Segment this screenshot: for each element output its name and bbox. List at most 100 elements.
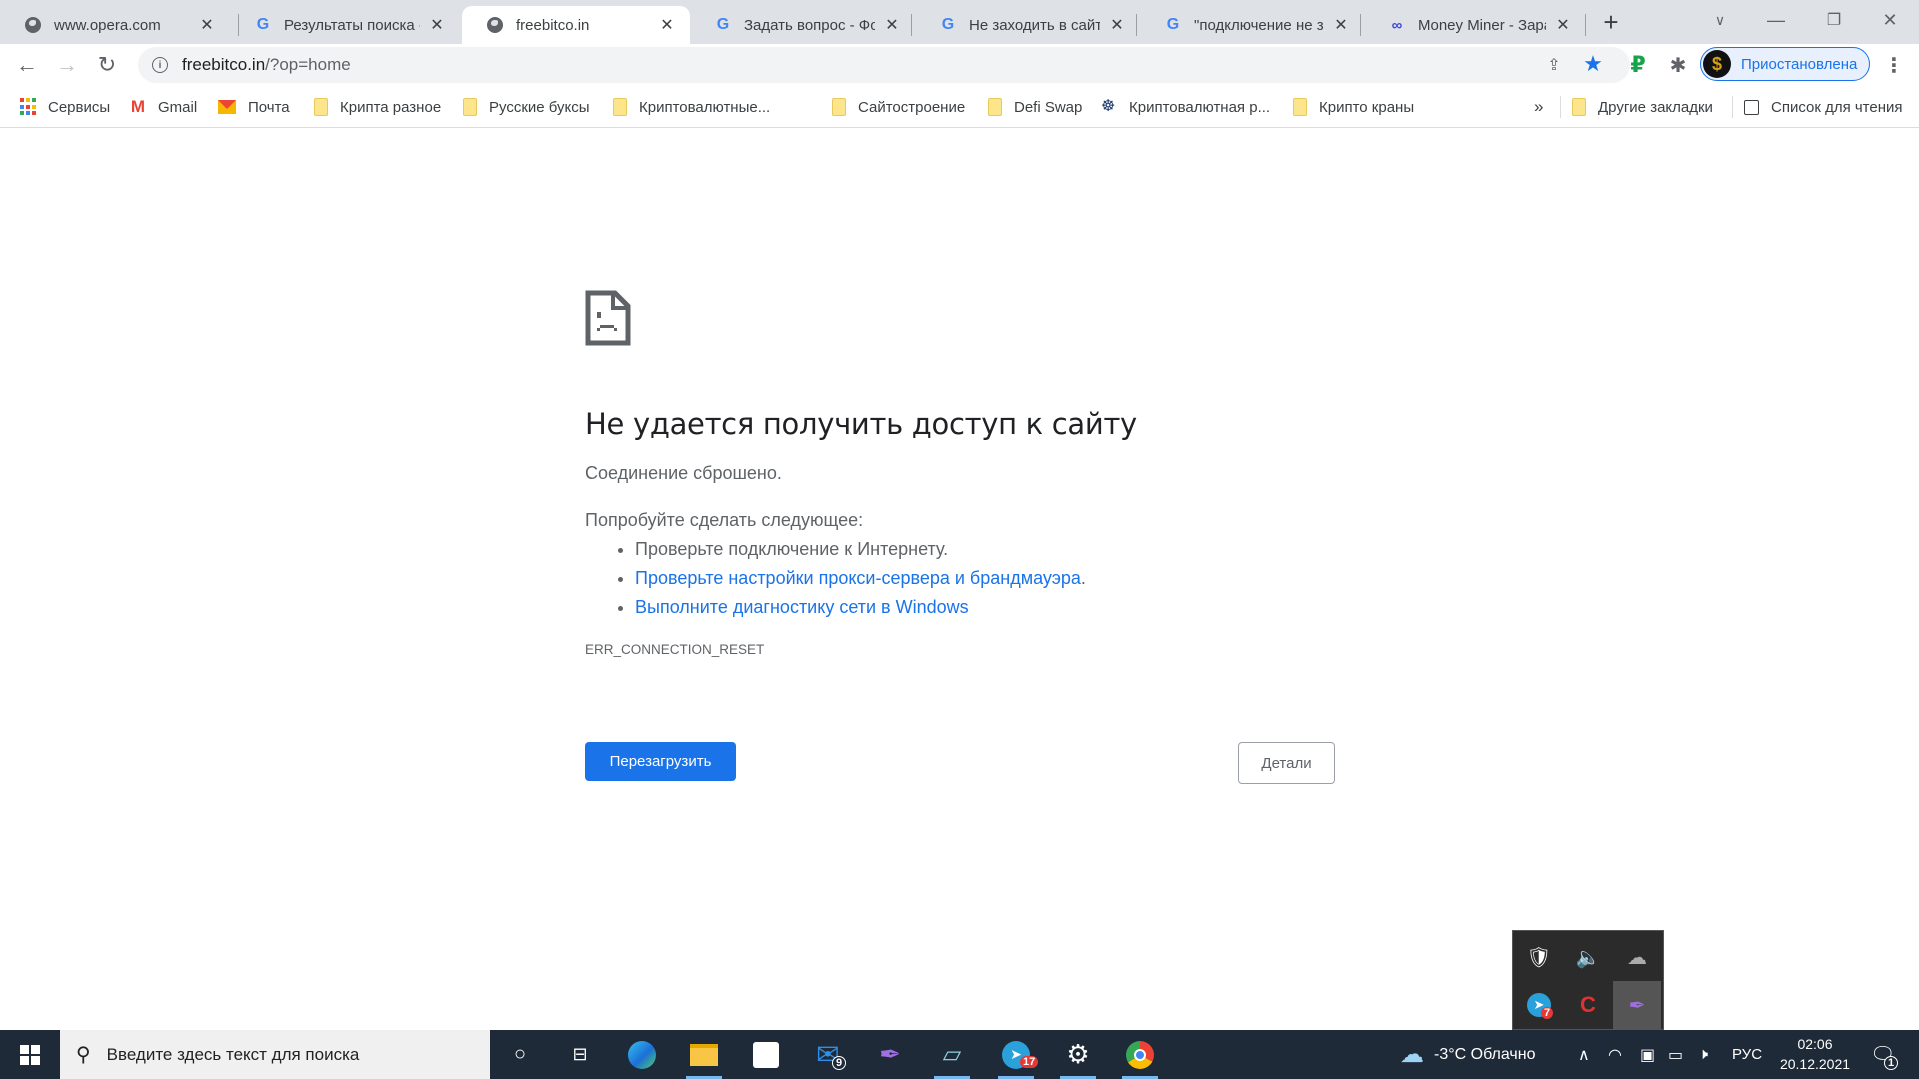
tab-search-chevron-icon[interactable]: ∨ <box>1692 0 1748 40</box>
cloud-icon: ☁ <box>1400 1041 1424 1068</box>
bookmark-label: Сайтостроение <box>858 98 966 116</box>
tab-search-results[interactable]: G Результаты поиска - ✕ <box>230 6 460 44</box>
tray-overflow-chevron-icon[interactable]: ∧ <box>1578 1030 1590 1079</box>
ccleaner-icon[interactable]: C <box>1564 981 1612 1029</box>
suggestion-suffix: . <box>1080 568 1086 588</box>
task-view-icon[interactable]: ⊟ <box>550 1030 610 1079</box>
battery-icon[interactable]: ▭ <box>1668 1030 1683 1079</box>
close-window-button[interactable]: ✕ <box>1862 0 1918 40</box>
tab-title: Money Miner - Зараб <box>1418 16 1546 34</box>
edge-icon[interactable] <box>612 1030 672 1079</box>
profile-button[interactable]: $ Приостановлена <box>1700 47 1870 81</box>
bookmark-other[interactable]: Другие закладки <box>1572 96 1713 118</box>
close-tab-icon[interactable]: ✕ <box>428 16 446 34</box>
tab-title: Задать вопрос - Фору <box>744 16 875 34</box>
bookmark-label: Gmail <box>158 98 198 116</box>
tab-title: "подключение не за <box>1194 16 1324 34</box>
details-button[interactable]: Детали <box>1238 742 1335 784</box>
address-bar[interactable]: i freebitco.in/?op=home ⇪ ★ <box>138 47 1630 83</box>
taskbar-search[interactable]: ⚲ Введите здесь текст для поиска <box>60 1030 490 1079</box>
tab-money-miner[interactable]: ∞ Money Miner - Зараб ✕ <box>1364 6 1586 44</box>
bookmark-folder-crypto-faucets[interactable]: Крипто краны <box>1293 96 1414 118</box>
bookmarks-overflow-button[interactable]: » <box>1534 96 1543 118</box>
bookmark-folder-site-building[interactable]: Сайтостроение <box>832 96 965 118</box>
reading-list-button[interactable]: Список для чтения <box>1744 96 1903 118</box>
network-diagnostics-link[interactable]: Выполните диагностику сети в Windows <box>635 597 969 617</box>
url-text[interactable]: freebitco.in/?op=home <box>182 55 351 75</box>
reload-button[interactable]: ↻ <box>92 50 122 80</box>
money-miner-icon: ∞ <box>1391 16 1403 34</box>
folder-icon <box>988 98 1002 116</box>
telegram-badge: 17 <box>1020 1056 1039 1068</box>
start-button[interactable] <box>0 1030 60 1079</box>
close-tab-icon[interactable]: ✕ <box>1332 16 1350 34</box>
mail-app-icon[interactable]: ✉ 9 <box>798 1030 858 1079</box>
suggestion-check-connection: Проверьте подключение к Интернету. <box>635 539 1335 560</box>
error-code: ERR_CONNECTION_RESET <box>585 642 765 657</box>
bookmark-mail[interactable]: Почта <box>218 96 290 118</box>
gmail-icon: M <box>130 97 146 116</box>
notepad-icon[interactable]: ▱ <box>922 1030 982 1079</box>
wifi-icon[interactable]: ◠ <box>1608 1030 1622 1079</box>
bookmark-folder-crypto-currency[interactable]: Криптовалютные... <box>613 96 770 118</box>
bookmark-folder-defi-swap[interactable]: Defi Swap <box>988 96 1082 118</box>
bookmark-label: Русские буксы <box>489 98 590 116</box>
close-tab-icon[interactable]: ✕ <box>1108 16 1126 34</box>
bookmark-folder-crypto-misc[interactable]: Крипта разное <box>314 96 441 118</box>
bookmarks-bar: Сервисы M Gmail Почта Крипта разное Русс… <box>0 86 1919 128</box>
sad-page-icon <box>585 290 631 346</box>
browser-menu-icon[interactable]: ⋮ <box>1882 52 1906 78</box>
chrome-icon[interactable] <box>1110 1030 1170 1079</box>
tab-connection-query[interactable]: G "подключение не за ✕ <box>1140 6 1364 44</box>
bookmark-services[interactable]: Сервисы <box>20 96 110 118</box>
reload-page-button[interactable]: Перезагрузить <box>585 742 736 781</box>
weather-widget[interactable]: ☁ -3°C Облачно <box>1400 1030 1535 1079</box>
volume-icon[interactable]: 🕨 <box>1698 1030 1708 1079</box>
windows-security-icon[interactable]: 🛡 <box>1515 933 1563 981</box>
clock[interactable]: 02:06 20.12.2021 <box>1770 1034 1860 1074</box>
bookmark-label: Другие закладки <box>1598 98 1713 116</box>
tab-freebitco[interactable]: freebitco.in ✕ <box>462 6 690 44</box>
proxy-firewall-link[interactable]: Проверьте настройки прокси-сервера и бра… <box>635 568 1081 588</box>
tab-ask-question[interactable]: G Задать вопрос - Фору ✕ <box>690 6 915 44</box>
restore-button[interactable]: ❐ <box>1806 0 1862 40</box>
tray-telegram-icon[interactable]: ➤ 7 <box>1515 981 1563 1029</box>
ms-store-icon[interactable] <box>736 1030 796 1079</box>
language-indicator[interactable]: РУС <box>1732 1030 1762 1079</box>
tray-overflow-popup: 🛡 🔈 ☁ ➤ 7 C ✒ <box>1512 930 1664 1030</box>
folder-icon <box>1293 98 1307 116</box>
avatar: $ <box>1703 50 1731 78</box>
bookmark-star-icon[interactable]: ★ <box>1582 51 1604 76</box>
extensions-puzzle-icon[interactable]: ✱ <box>1665 52 1691 78</box>
back-button[interactable]: ← <box>12 50 42 80</box>
feather-app-taskbar-icon[interactable]: ✒ <box>860 1030 920 1079</box>
new-tab-button[interactable]: + <box>1597 7 1625 37</box>
folder-icon <box>1572 98 1586 116</box>
close-tab-icon[interactable]: ✕ <box>198 16 216 34</box>
tab-opera[interactable]: www.opera.com ✕ <box>0 6 230 44</box>
ruble-extension-icon[interactable]: ₽ <box>1625 52 1651 78</box>
bookmarks-separator <box>1732 96 1733 118</box>
speaker-app-icon[interactable]: 🔈 <box>1564 933 1612 981</box>
settings-gear-icon[interactable]: ⚙ <box>1048 1030 1108 1079</box>
forward-button[interactable]: → <box>52 50 82 80</box>
close-tab-icon[interactable]: ✕ <box>1554 16 1572 34</box>
feather-app-icon[interactable]: ✒ <box>1613 981 1661 1029</box>
telegram-icon[interactable]: ➤ 17 <box>986 1030 1046 1079</box>
minimize-button[interactable]: — <box>1748 0 1804 40</box>
share-icon[interactable]: ⇪ <box>1544 55 1564 75</box>
bookmark-gmail[interactable]: M Gmail <box>130 96 197 118</box>
file-explorer-icon[interactable] <box>674 1030 734 1079</box>
onedrive-off-icon[interactable]: ☁ <box>1613 933 1661 981</box>
reading-list-icon <box>1744 99 1759 115</box>
bookmark-crypto-site[interactable]: ☸ Криптовалютная р... <box>1101 96 1270 118</box>
tab-cant-enter-site[interactable]: G Не заходить в сайт - ✕ <box>915 6 1140 44</box>
close-tab-icon[interactable]: ✕ <box>658 16 676 34</box>
close-tab-icon[interactable]: ✕ <box>883 16 901 34</box>
bookmark-folder-russian-boxes[interactable]: Русские буксы <box>463 96 590 118</box>
meet-now-icon[interactable]: ▣ <box>1640 1030 1655 1079</box>
site-info-icon[interactable]: i <box>152 57 168 73</box>
notification-center-icon[interactable]: 🗨 1 <box>1870 1030 1899 1079</box>
cortana-icon[interactable]: ○ <box>490 1030 550 1079</box>
folder-icon <box>463 98 477 116</box>
